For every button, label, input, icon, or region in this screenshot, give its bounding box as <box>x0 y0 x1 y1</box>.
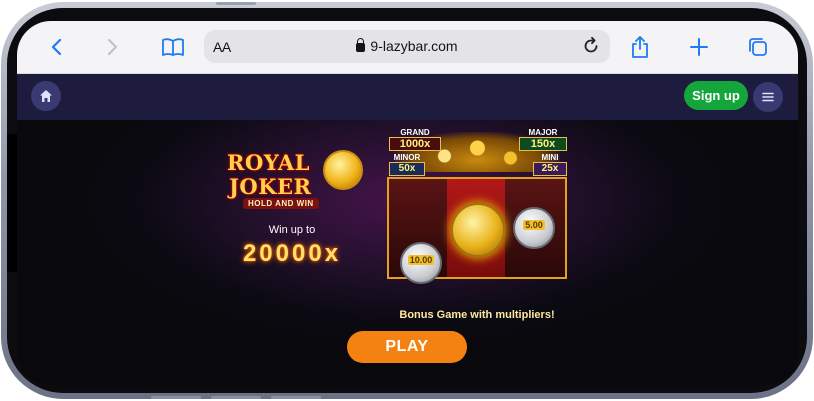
jackpot-name: MINI <box>541 153 559 162</box>
jackpot-name: GRAND <box>400 128 430 137</box>
home-icon <box>40 90 52 102</box>
site-header: Sign up <box>17 74 798 120</box>
jackpot-value: 150x <box>519 137 567 151</box>
crown-coin-icon <box>450 202 506 258</box>
share-icon[interactable] <box>628 35 652 59</box>
jackpot-major: MAJOR 150x <box>519 128 567 151</box>
bookmarks-icon[interactable] <box>161 35 185 59</box>
jackpot-name: MAJOR <box>528 128 558 137</box>
forward-icon[interactable] <box>101 35 125 59</box>
side-button <box>211 396 261 399</box>
coin-right: 5.00 <box>513 207 555 249</box>
side-button <box>151 396 201 399</box>
jackpot-value: 1000x <box>389 137 441 151</box>
menu-button[interactable] <box>753 82 783 112</box>
tabs-icon[interactable] <box>746 35 770 59</box>
signup-button[interactable]: Sign up <box>684 81 748 110</box>
hamburger-icon <box>762 92 774 102</box>
volume-button <box>216 2 256 5</box>
jackpot-grand: GRAND 1000x <box>389 128 441 151</box>
coin-value: 10.00 <box>407 255 435 265</box>
logo-line2: JOKER <box>229 174 312 199</box>
coin-value: 5.00 <box>523 220 545 230</box>
crown-coin-icon <box>323 150 363 190</box>
url-text: 9-lazybar.com <box>370 38 458 54</box>
max-multiplier: 20000x <box>242 240 342 267</box>
side-button <box>271 396 321 399</box>
reload-icon[interactable] <box>581 36 601 56</box>
back-icon[interactable] <box>44 35 68 59</box>
phone-frame: AA 9-lazybar.com Sign up ROYAL JOKER HOL… <box>1 2 813 399</box>
screen: AA 9-lazybar.com Sign up ROYAL JOKER HOL… <box>17 21 798 385</box>
coin-left: 10.00 <box>400 242 442 284</box>
new-tab-icon[interactable] <box>687 35 711 59</box>
play-button[interactable]: PLAY <box>347 331 467 363</box>
home-button[interactable] <box>31 81 61 111</box>
lock-icon <box>356 38 366 52</box>
address-bar[interactable]: AA 9-lazybar.com <box>204 30 610 63</box>
logo-tagline: HOLD AND WIN <box>243 198 319 209</box>
logo-line1: ROYAL <box>227 150 310 175</box>
game-logo: ROYAL JOKER HOLD AND WIN <box>227 150 363 210</box>
jackpot-value: 50x <box>389 162 425 176</box>
bonus-text: Bonus Game with multipliers! <box>399 309 555 321</box>
browser-toolbar: AA 9-lazybar.com <box>17 21 798 74</box>
jackpot-mini: MINI 25x <box>533 153 567 176</box>
jackpot-name: MINOR <box>393 153 421 162</box>
url-display[interactable]: 9-lazybar.com <box>204 38 610 54</box>
jackpot-value: 25x <box>533 162 567 176</box>
jackpot-minor: MINOR 50x <box>389 153 425 176</box>
game-banner[interactable]: ROYAL JOKER HOLD AND WIN Win up to 20000… <box>17 120 798 385</box>
win-up-to-label: Win up to <box>268 224 316 236</box>
